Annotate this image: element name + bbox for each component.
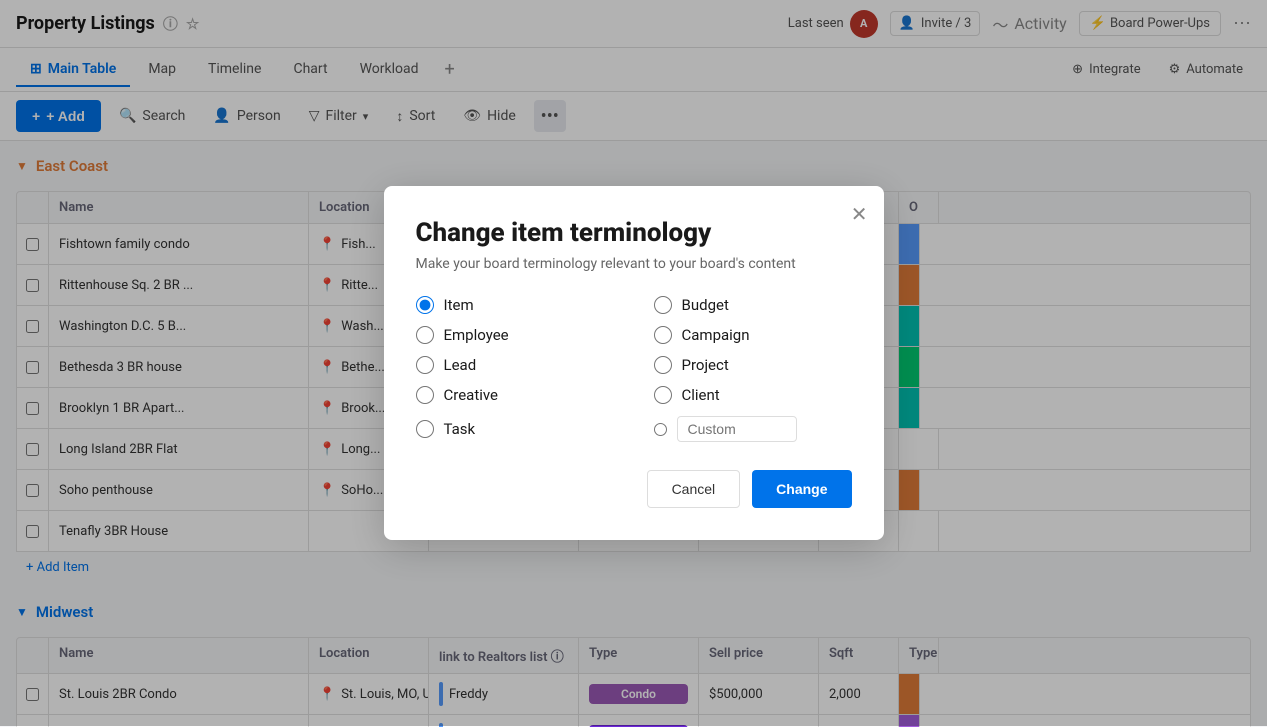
option-budget-label: Budget — [682, 296, 729, 314]
terminology-options: Item Budget Employee Campaign Lead Proje… — [416, 296, 852, 442]
option-task[interactable]: Task — [416, 416, 614, 442]
option-project[interactable]: Project — [654, 356, 852, 374]
cancel-button[interactable]: Cancel — [647, 470, 741, 508]
modal-close-button[interactable]: ✕ — [851, 202, 868, 227]
option-lead[interactable]: Lead — [416, 356, 614, 374]
option-budget[interactable]: Budget — [654, 296, 852, 314]
radio-campaign[interactable] — [654, 326, 672, 344]
option-campaign[interactable]: Campaign — [654, 326, 852, 344]
modal-overlay: ✕ Change item terminology Make your boar… — [0, 0, 1267, 726]
option-task-label: Task — [444, 420, 476, 438]
option-creative[interactable]: Creative — [416, 386, 614, 404]
radio-creative[interactable] — [416, 386, 434, 404]
option-campaign-label: Campaign — [682, 326, 750, 344]
radio-item[interactable] — [416, 296, 434, 314]
option-item[interactable]: Item — [416, 296, 614, 314]
radio-employee[interactable] — [416, 326, 434, 344]
radio-client[interactable] — [654, 386, 672, 404]
option-item-label: Item — [444, 296, 474, 314]
change-terminology-modal: ✕ Change item terminology Make your boar… — [384, 186, 884, 540]
custom-option-wrap — [654, 416, 852, 442]
radio-budget[interactable] — [654, 296, 672, 314]
radio-custom[interactable] — [654, 423, 667, 436]
radio-task[interactable] — [416, 420, 434, 438]
option-employee-label: Employee — [444, 326, 509, 344]
custom-text-input[interactable] — [677, 416, 797, 442]
modal-title: Change item terminology — [416, 218, 852, 248]
modal-actions: Cancel Change — [416, 470, 852, 508]
option-employee[interactable]: Employee — [416, 326, 614, 344]
option-project-label: Project — [682, 356, 729, 374]
option-creative-label: Creative — [444, 386, 499, 404]
radio-lead[interactable] — [416, 356, 434, 374]
option-client[interactable]: Client — [654, 386, 852, 404]
option-lead-label: Lead — [444, 356, 477, 374]
radio-project[interactable] — [654, 356, 672, 374]
change-button[interactable]: Change — [752, 470, 851, 508]
option-client-label: Client — [682, 386, 720, 404]
modal-subtitle: Make your board terminology relevant to … — [416, 256, 852, 272]
